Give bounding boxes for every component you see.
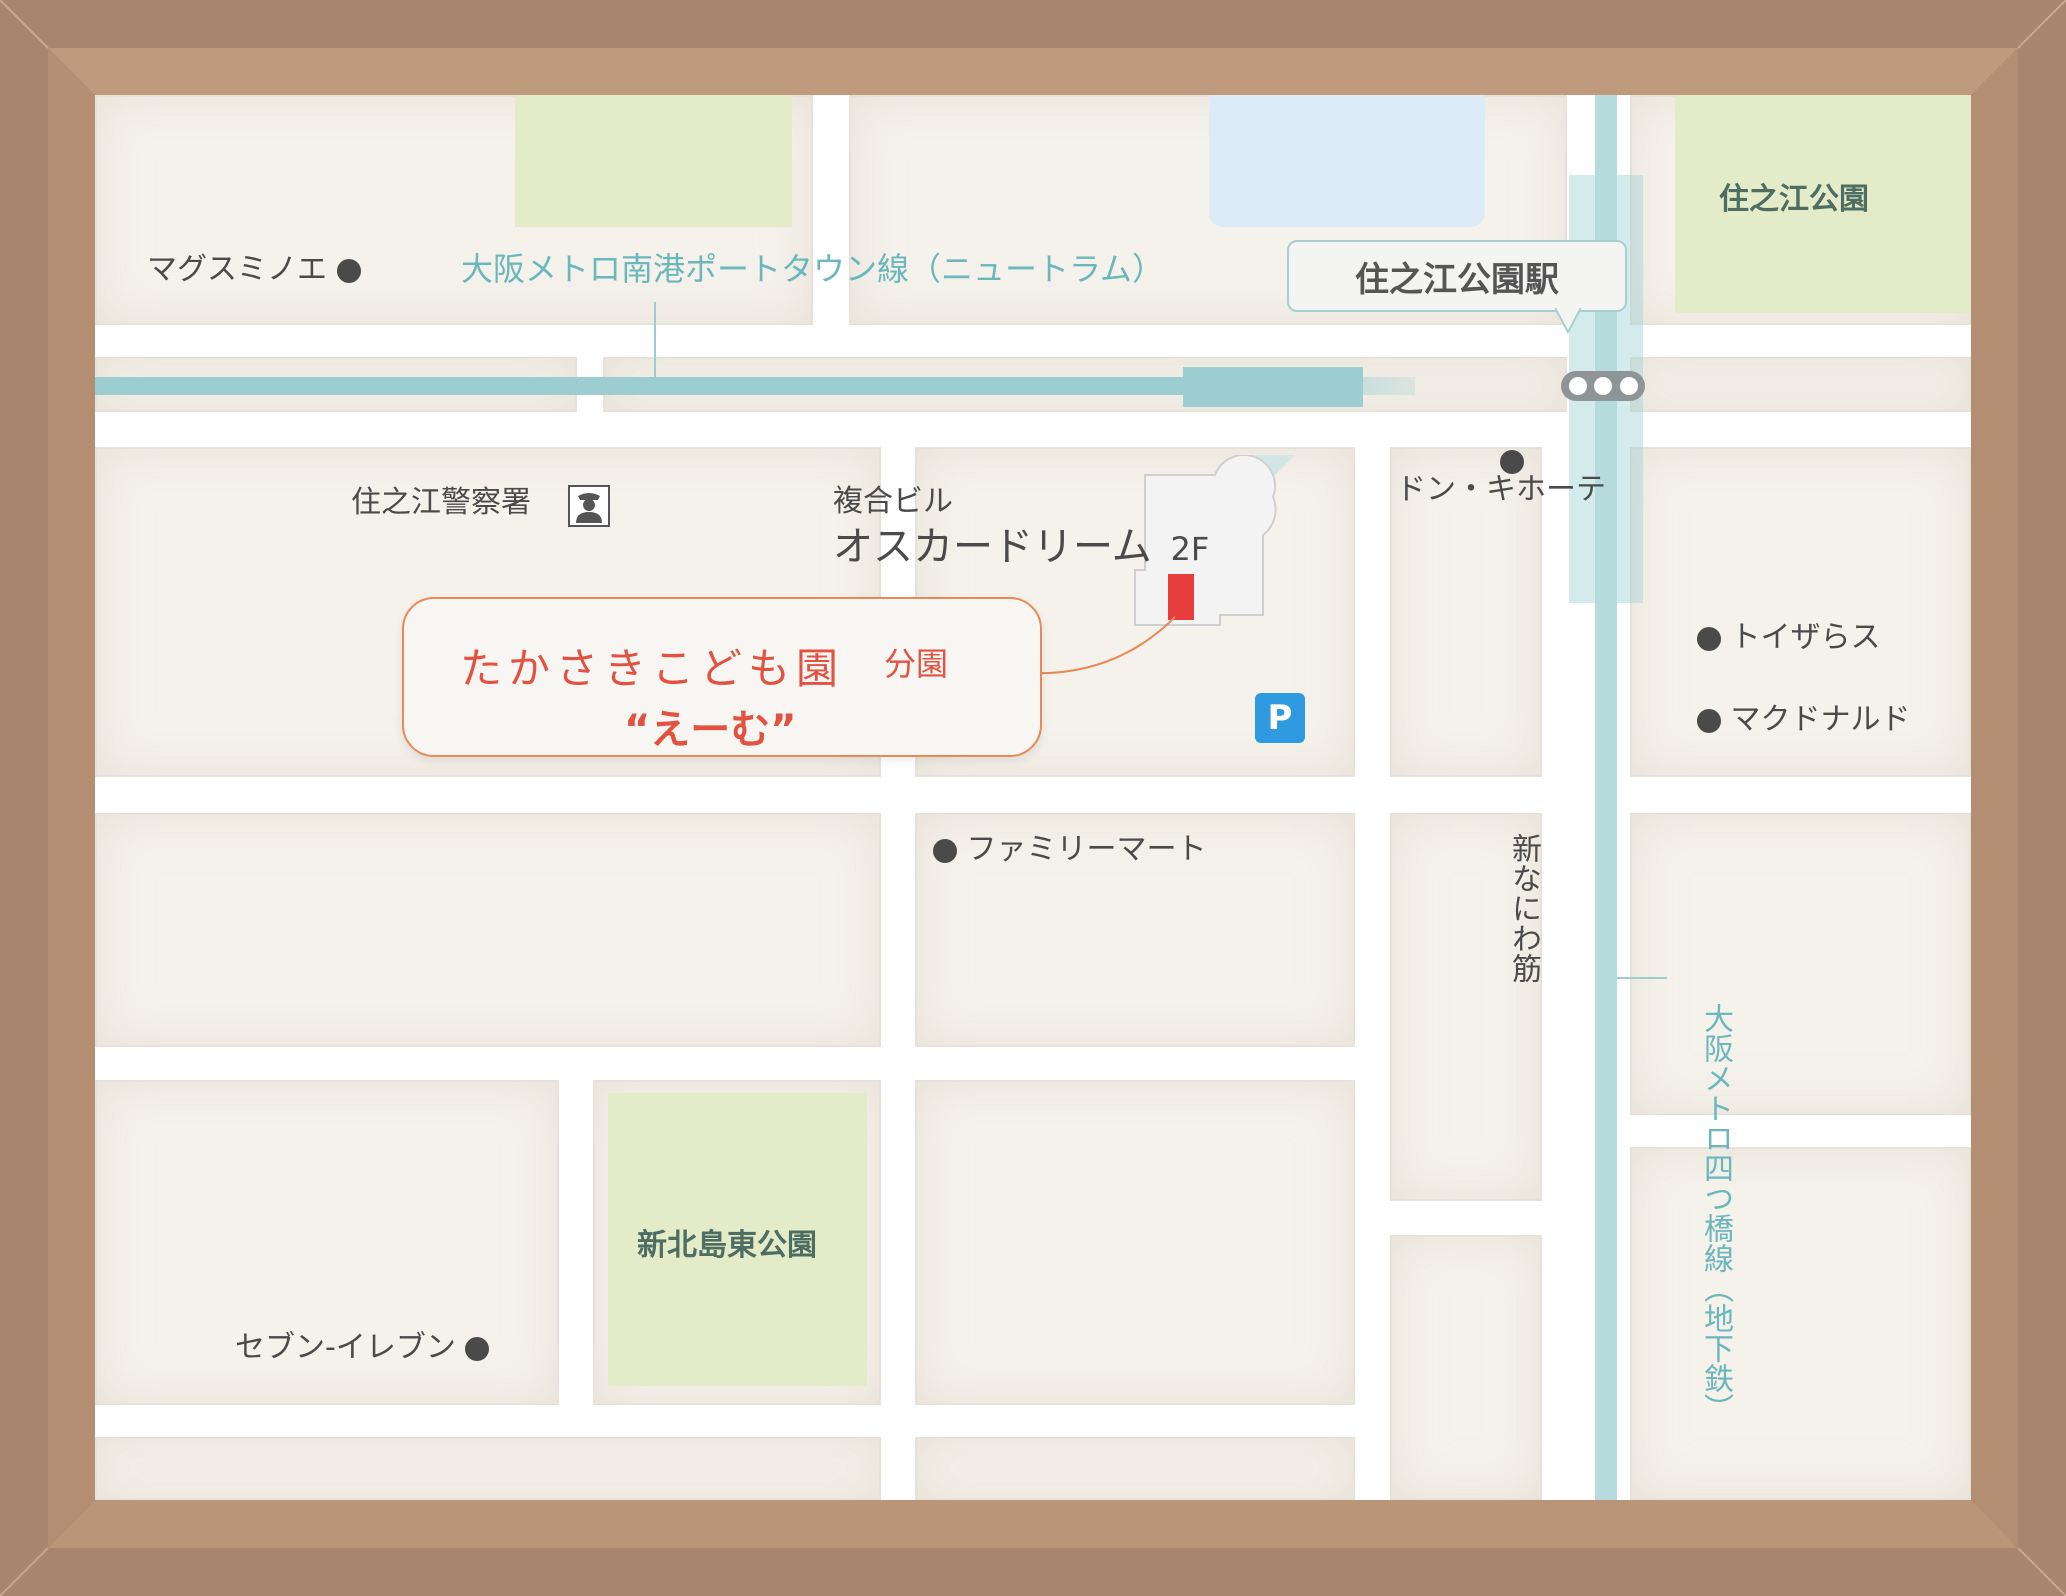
landmark-label: 住之江警察署 [351,485,531,520]
city-block [1630,357,1971,412]
building-name: オスカードリーム [833,524,1152,570]
landmark-dot-icon [1500,450,1524,474]
police-officer-icon [568,485,610,527]
pond [1209,95,1485,227]
parking-icon: P [1255,693,1305,743]
yotsubashi-line-label: 大阪メトロ四つ橋線（地下鉄） [1698,1003,1733,1423]
callout-title: たかさきこども園 [460,644,845,693]
landmark-magusuminoe: マグスミノエ [147,255,361,285]
landmark-dot-icon [1697,626,1721,651]
city-block [95,813,881,1047]
newtram-line [95,377,1225,395]
landmark-police: 住之江警察署 [351,488,531,518]
landmark-label: セブン-イレブン [235,1330,456,1365]
landmark-label: ファミリーマート [966,832,1207,867]
landmark-dot-icon [336,258,361,283]
map-area: 住之江公園駅 大阪メトロ南港ポートタウン線（ニュートラム） 大阪メトロ四つ橋線（… [95,95,1971,1500]
street-label: 新なにわ筋 [1506,833,1541,983]
landmark-label: マクドナルド [1730,702,1911,737]
map-stage: 住之江公園駅 大阪メトロ南港ポートタウン線（ニュートラム） 大阪メトロ四つ橋線（… [0,0,2066,1596]
kindergarten-callout: たかさきこども園 分園 “えーむ” [402,597,1042,757]
station-dots-icon [1561,371,1645,401]
landmark-label: トイザらス [1730,620,1881,655]
landmark-dot-icon [1697,708,1721,733]
yotsubashi-label-leader [1617,977,1667,979]
newtram-line-label: 大阪メトロ南港ポートタウン線（ニュートラム） [461,250,1165,288]
building-floor: 2F [1170,530,1210,568]
landmark-seven-eleven: セブン-イレブン [235,1330,490,1365]
city-block [95,1437,881,1500]
callout-subtitle: 分園 [884,645,949,683]
landmark-label: ドン・キホーテ [1396,472,1606,507]
newtram-label-leader [654,302,656,382]
suminoe-park-label: 住之江公園 [1719,182,1869,217]
city-block [1390,1235,1542,1500]
station-label-box: 住之江公園駅 [1287,240,1627,312]
city-block [915,1080,1355,1405]
callout-leader-line [1026,616,1176,675]
park-area [515,95,792,227]
landmark-dot-icon [933,838,957,863]
landmark-toysrus: トイザらス [1697,623,1881,653]
callout-nickname: “えーむ” [624,707,797,753]
station-name: 住之江公園駅 [1355,259,1559,300]
city-block [1630,1147,1971,1500]
landmark-dot-icon [465,1336,490,1361]
building-name-label: オスカードリーム 2F [833,527,1209,567]
landmark-label: マグスミノエ [147,252,327,287]
newtram-platform [1183,367,1363,407]
landmark-donki: ドン・キホーテ [1396,475,1606,505]
shinkitajima-park-label: 新北島東公園 [637,1228,817,1263]
building-type-label: 複合ビル [833,484,953,519]
landmark-familymart: ファミリーマート [933,835,1207,865]
city-block [915,1437,1355,1500]
landmark-mcdonalds: マクドナルド [1697,705,1911,735]
target-marker [1168,574,1194,620]
city-block [1630,813,1971,1115]
station-label-pointer [1555,308,1581,334]
